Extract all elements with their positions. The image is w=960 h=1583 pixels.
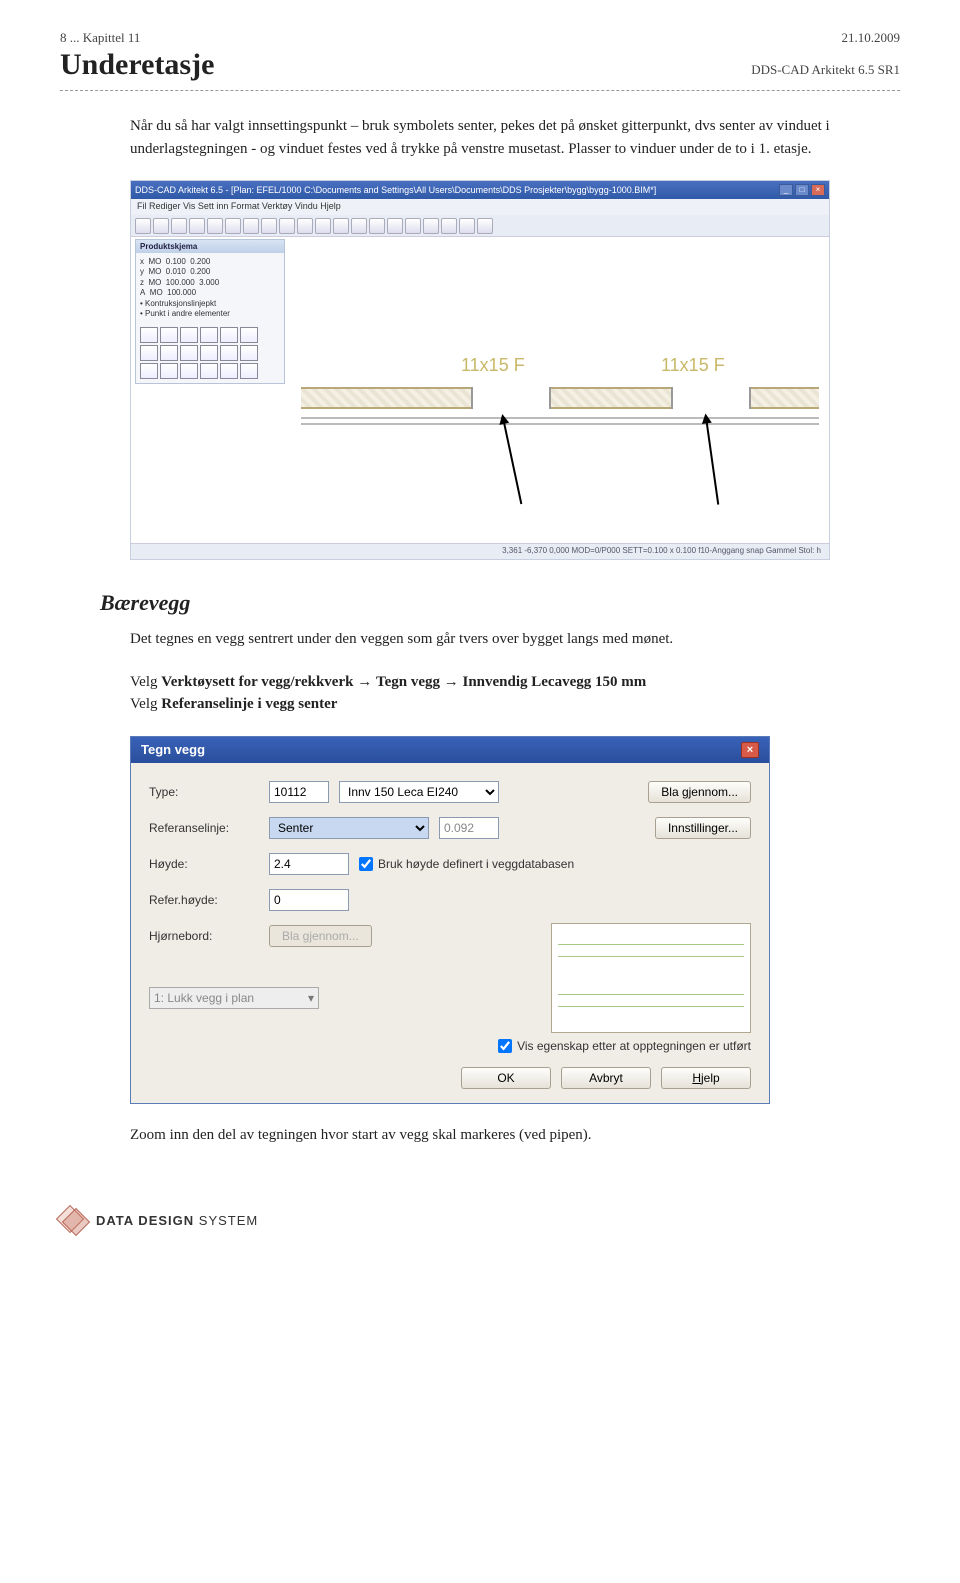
draw-wall-dialog: Tegn vegg × Type: Innv 150 Leca EI240 Bl…: [130, 736, 770, 1104]
close-icon[interactable]: ×: [811, 184, 825, 196]
toolbar-button[interactable]: [423, 218, 439, 234]
section2-p2: Velg Verktøysett for vegg/rekkverk → Teg…: [130, 671, 830, 716]
minimize-icon[interactable]: _: [779, 184, 793, 196]
statusbar: 3,361 -6,370 0,000 MOD=0/P000 SETT=0.100…: [131, 543, 829, 559]
app-titlebar: DDS-CAD Arkitekt 6.5 - [Plan: EFEL/1000 …: [131, 181, 829, 199]
version: DDS-CAD Arkitekt 6.5 SR1: [751, 62, 900, 78]
show-props-check[interactable]: [498, 1039, 512, 1053]
company-name: DATA DESIGN SYSTEM: [96, 1213, 258, 1228]
corner-browse-button: Bla gjennom...: [269, 925, 372, 947]
use-height-check[interactable]: [359, 857, 373, 871]
show-props-label: Vis egenskap etter at opptegningen er ut…: [517, 1039, 751, 1053]
window-symbol: [671, 387, 751, 409]
window-symbol: [471, 387, 551, 409]
toolbar-button[interactable]: [261, 218, 277, 234]
label-refheight: Refer.høyde:: [149, 893, 259, 907]
dialog-titlebar: Tegn vegg ×: [131, 737, 769, 763]
toolbar-button[interactable]: [369, 218, 385, 234]
closing-text: Zoom inn den del av tegningen hvor start…: [130, 1124, 830, 1147]
wall-preview: [551, 923, 751, 1033]
toolbar-button[interactable]: [207, 218, 223, 234]
label-type: Type:: [149, 785, 259, 799]
cad-screenshot: DDS-CAD Arkitekt 6.5 - [Plan: EFEL/1000 …: [130, 180, 830, 560]
refline-offset: [439, 817, 499, 839]
toolbar-button[interactable]: [171, 218, 187, 234]
use-height-checkbox[interactable]: Bruk høyde definert i veggdatabasen: [359, 857, 574, 871]
toolbar-button[interactable]: [459, 218, 475, 234]
toolbar-button[interactable]: [243, 218, 259, 234]
label-height: Høyde:: [149, 857, 259, 871]
toolbar-button[interactable]: [153, 218, 169, 234]
ok-button[interactable]: OK: [461, 1067, 551, 1089]
type-name-select[interactable]: Innv 150 Leca EI240: [339, 781, 499, 803]
browse-button[interactable]: Bla gjennom...: [648, 781, 751, 803]
footer: DATA DESIGN SYSTEM: [60, 1206, 900, 1234]
settings-button[interactable]: Innstillinger...: [655, 817, 751, 839]
help-button[interactable]: Hjelp: [661, 1067, 751, 1089]
cancel-button[interactable]: Avbryt: [561, 1067, 651, 1089]
menubar[interactable]: Fil Rediger Vis Sett inn Format Verktøy …: [131, 199, 829, 215]
section-heading: Bærevegg: [100, 590, 860, 616]
company-logo-icon: [60, 1206, 88, 1234]
toolbar-button[interactable]: [189, 218, 205, 234]
dialog-title: Tegn vegg: [141, 742, 205, 757]
toolbar-button[interactable]: [477, 218, 493, 234]
app-title-text: DDS-CAD Arkitekt 6.5 - [Plan: EFEL/1000 …: [135, 185, 656, 195]
palette-title: Produktskjema: [136, 240, 284, 253]
label-refline: Referanselinje:: [149, 821, 259, 835]
label-corner: Hjørnebord:: [149, 929, 259, 943]
toolbar-button[interactable]: [279, 218, 295, 234]
arrow-annotation: [705, 415, 720, 504]
page-title: Underetasje: [60, 48, 214, 82]
maximize-icon[interactable]: □: [795, 184, 809, 196]
intro-paragraph: Når du så har valgt innsettingspunkt – b…: [130, 115, 830, 160]
product-palette[interactable]: Produktskjema x MO 0.100 0.200 y MO 0.01…: [135, 239, 285, 384]
toolbar[interactable]: [131, 215, 829, 237]
refheight-input[interactable]: [269, 889, 349, 911]
window-dim-1: 11x15 F: [461, 355, 525, 376]
toolbar-button[interactable]: [405, 218, 421, 234]
chapter-ref: 8 ... Kapittel 11: [60, 30, 140, 46]
window-dim-2: 11x15 F: [661, 355, 725, 376]
toolbar-button[interactable]: [297, 218, 313, 234]
toolbar-button[interactable]: [225, 218, 241, 234]
toolbar-button[interactable]: [135, 218, 151, 234]
wall-drawing: 11x15 F 11x15 F: [301, 387, 819, 457]
toolbar-button[interactable]: [333, 218, 349, 234]
palette-swatches[interactable]: [136, 323, 284, 383]
refline-select[interactable]: Senter: [269, 817, 429, 839]
show-props-checkbox[interactable]: Vis egenskap etter at opptegningen er ut…: [498, 1039, 751, 1053]
cad-canvas[interactable]: Produktskjema x MO 0.100 0.200 y MO 0.01…: [131, 237, 829, 543]
toolbar-button[interactable]: [351, 218, 367, 234]
use-height-label: Bruk høyde definert i veggdatabasen: [378, 857, 574, 871]
date: 21.10.2009: [842, 30, 901, 46]
arrow-annotation: [502, 416, 523, 504]
close-wall-select: 1: Lukk vegg i plan: [149, 987, 319, 1009]
section2-p1: Det tegnes en vegg sentrert under den ve…: [130, 628, 830, 651]
height-input[interactable]: [269, 853, 349, 875]
palette-info: x MO 0.100 0.200 y MO 0.010 0.200 z MO 1…: [136, 253, 284, 323]
type-code-input[interactable]: [269, 781, 329, 803]
toolbar-button[interactable]: [387, 218, 403, 234]
close-icon[interactable]: ×: [741, 742, 759, 758]
toolbar-button[interactable]: [441, 218, 457, 234]
toolbar-button[interactable]: [315, 218, 331, 234]
